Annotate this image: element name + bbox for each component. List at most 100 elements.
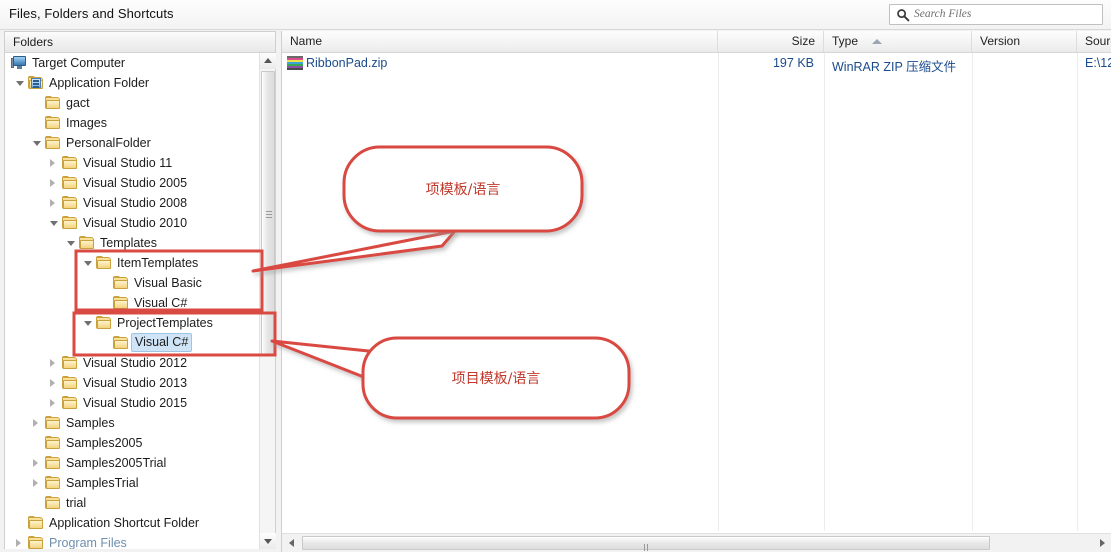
tree-item[interactable]: Visual Studio 11 xyxy=(5,153,259,173)
tree-expand-arrow-closed-icon[interactable] xyxy=(50,159,55,167)
tree-item[interactable]: Visual Studio 2015 xyxy=(5,393,259,413)
tree-item[interactable]: trial xyxy=(5,493,259,513)
monitor-icon xyxy=(11,56,27,70)
scrollbar-grip-icon xyxy=(266,211,272,218)
tree-expand-arrow-closed-icon[interactable] xyxy=(50,379,55,387)
chevron-right-icon xyxy=(1100,539,1105,547)
tree-item[interactable]: Visual Studio 2010 xyxy=(5,213,259,233)
folder-tree[interactable]: Target Computer Application Folder gact Ima… xyxy=(5,53,259,549)
tree-item[interactable]: PersonalFolder xyxy=(5,133,259,153)
column-header-source[interactable]: Sourc xyxy=(1077,31,1111,52)
tree-item-label: Visual Studio 2005 xyxy=(83,176,188,190)
tree-item[interactable]: ItemTemplates xyxy=(5,253,259,273)
zip-archive-icon xyxy=(287,56,303,71)
folder-icon xyxy=(113,336,129,350)
file-cell-name: RibbonPad.zip xyxy=(306,56,388,70)
column-header-label: Name xyxy=(290,34,323,48)
column-divider xyxy=(972,53,973,531)
tree-expand-arrow-open-icon[interactable] xyxy=(67,241,75,246)
folder-icon xyxy=(45,436,61,450)
tree-expand-arrow-open-icon[interactable] xyxy=(84,261,92,266)
folder-icon xyxy=(62,196,78,210)
tree-item-label: Visual C# xyxy=(134,296,188,310)
scroll-right-button[interactable] xyxy=(1094,535,1110,551)
file-list-rows[interactable]: RibbonPad.zip 197 KB WinRAR ZIP 压缩文件 E:\123 xyxy=(282,53,1111,531)
tree-item[interactable]: Application Folder xyxy=(5,73,259,93)
tree-expand-arrow-open-icon[interactable] xyxy=(50,221,58,226)
search-box[interactable]: Search Files xyxy=(889,4,1103,25)
tree-item-label: Visual Studio 11 xyxy=(83,156,173,170)
tree-item-label: Samples2005Trial xyxy=(66,456,167,470)
tree-item[interactable]: Visual Studio 2008 xyxy=(5,193,259,213)
files-horizontal-scrollbar[interactable] xyxy=(282,533,1111,552)
tree-item-label: Templates xyxy=(100,236,157,250)
item-templates-callout-label: 项模板/语言 xyxy=(425,182,501,198)
tree-expand-arrow-closed-icon[interactable] xyxy=(50,359,55,367)
tree-item[interactable]: Samples xyxy=(5,413,259,433)
folder-icon xyxy=(62,356,78,370)
tree-expand-arrow-closed-icon[interactable] xyxy=(50,399,55,407)
tree-item[interactable]: Visual Basic xyxy=(5,273,259,293)
tree-item[interactable]: Images xyxy=(5,113,259,133)
tree-expand-arrow-open-icon[interactable] xyxy=(33,141,41,146)
file-cell-source: E:\123 xyxy=(1085,56,1111,70)
folder-icon xyxy=(96,256,112,270)
tree-item-label: Application Folder xyxy=(49,76,150,90)
tree-item-label: Visual Studio 2008 xyxy=(83,196,188,210)
scroll-left-button[interactable] xyxy=(284,535,300,551)
column-header-label: Type xyxy=(832,34,859,48)
hscrollbar-grip-icon xyxy=(644,540,651,551)
tree-item[interactable]: Samples2005 xyxy=(5,433,259,453)
project-templates-callout-label: 项目模板/语言 xyxy=(451,371,541,387)
file-browser-window: Files, Folders and Shortcuts Search File… xyxy=(0,0,1111,552)
folder-icon xyxy=(96,316,112,330)
tree-expand-arrow-closed-icon[interactable] xyxy=(33,479,38,487)
tree-item[interactable]: gact xyxy=(5,93,259,113)
tree-expand-arrow-closed-icon[interactable] xyxy=(50,179,55,187)
tree-expand-arrow-closed-icon[interactable] xyxy=(33,459,38,467)
tree-item-label: Visual Studio 2015 xyxy=(83,396,188,410)
app-folder-icon xyxy=(28,76,44,90)
tree-item-label: Program Files xyxy=(49,536,127,549)
tree-item[interactable]: Target Computer xyxy=(5,53,259,73)
column-header-size[interactable]: Size xyxy=(718,31,824,52)
tree-item[interactable]: SamplesTrial xyxy=(5,473,259,493)
tree-item-label: Visual Studio 2012 xyxy=(83,356,188,370)
tree-item-label: gact xyxy=(66,96,90,110)
tree-expand-arrow-open-icon[interactable] xyxy=(16,81,24,86)
window-title: Files, Folders and Shortcuts xyxy=(9,6,174,21)
scroll-up-button[interactable] xyxy=(260,53,276,69)
tree-item[interactable]: Visual C# xyxy=(5,293,259,313)
tree-item[interactable]: Templates xyxy=(5,233,259,253)
tree-expand-arrow-closed-icon[interactable] xyxy=(33,419,38,427)
column-header-version[interactable]: Version xyxy=(972,31,1077,52)
column-header-type[interactable]: Type xyxy=(824,31,972,52)
scrollbar-thumb[interactable] xyxy=(261,71,275,356)
folder-icon xyxy=(45,476,61,490)
file-cell-size: 197 KB xyxy=(772,56,814,70)
sort-ascending-icon xyxy=(872,39,882,44)
chevron-up-icon xyxy=(264,58,272,63)
tree-item[interactable]: Samples2005Trial xyxy=(5,453,259,473)
tree-item[interactable]: Visual Studio 2012 xyxy=(5,353,259,373)
tree-expand-arrow-open-icon[interactable] xyxy=(84,321,92,326)
tree-item[interactable]: Program Files xyxy=(5,533,259,549)
folder-icon xyxy=(28,536,44,549)
tree-item-label: ProjectTemplates xyxy=(117,316,213,330)
tree-item-label: Samples2005 xyxy=(66,436,143,450)
tree-item-label: ItemTemplates xyxy=(117,256,199,270)
folder-icon xyxy=(28,516,44,530)
folder-icon xyxy=(79,236,95,250)
tree-expand-arrow-closed-icon[interactable] xyxy=(16,539,21,547)
hscrollbar-thumb[interactable] xyxy=(302,536,990,551)
file-row[interactable]: RibbonPad.zip 197 KB WinRAR ZIP 压缩文件 E:\123 xyxy=(282,53,1111,75)
scroll-down-button[interactable] xyxy=(260,533,276,549)
tree-item[interactable]: ProjectTemplates xyxy=(5,313,259,333)
tree-item[interactable]: Visual Studio 2013 xyxy=(5,373,259,393)
tree-vertical-scrollbar[interactable] xyxy=(259,53,276,549)
tree-item[interactable]: Application Shortcut Folder xyxy=(5,513,259,533)
tree-expand-arrow-closed-icon[interactable] xyxy=(50,199,55,207)
tree-item[interactable]: Visual Studio 2005 xyxy=(5,173,259,193)
tree-item[interactable]: Visual C# xyxy=(5,333,259,353)
column-header-name[interactable]: Name xyxy=(282,31,718,52)
